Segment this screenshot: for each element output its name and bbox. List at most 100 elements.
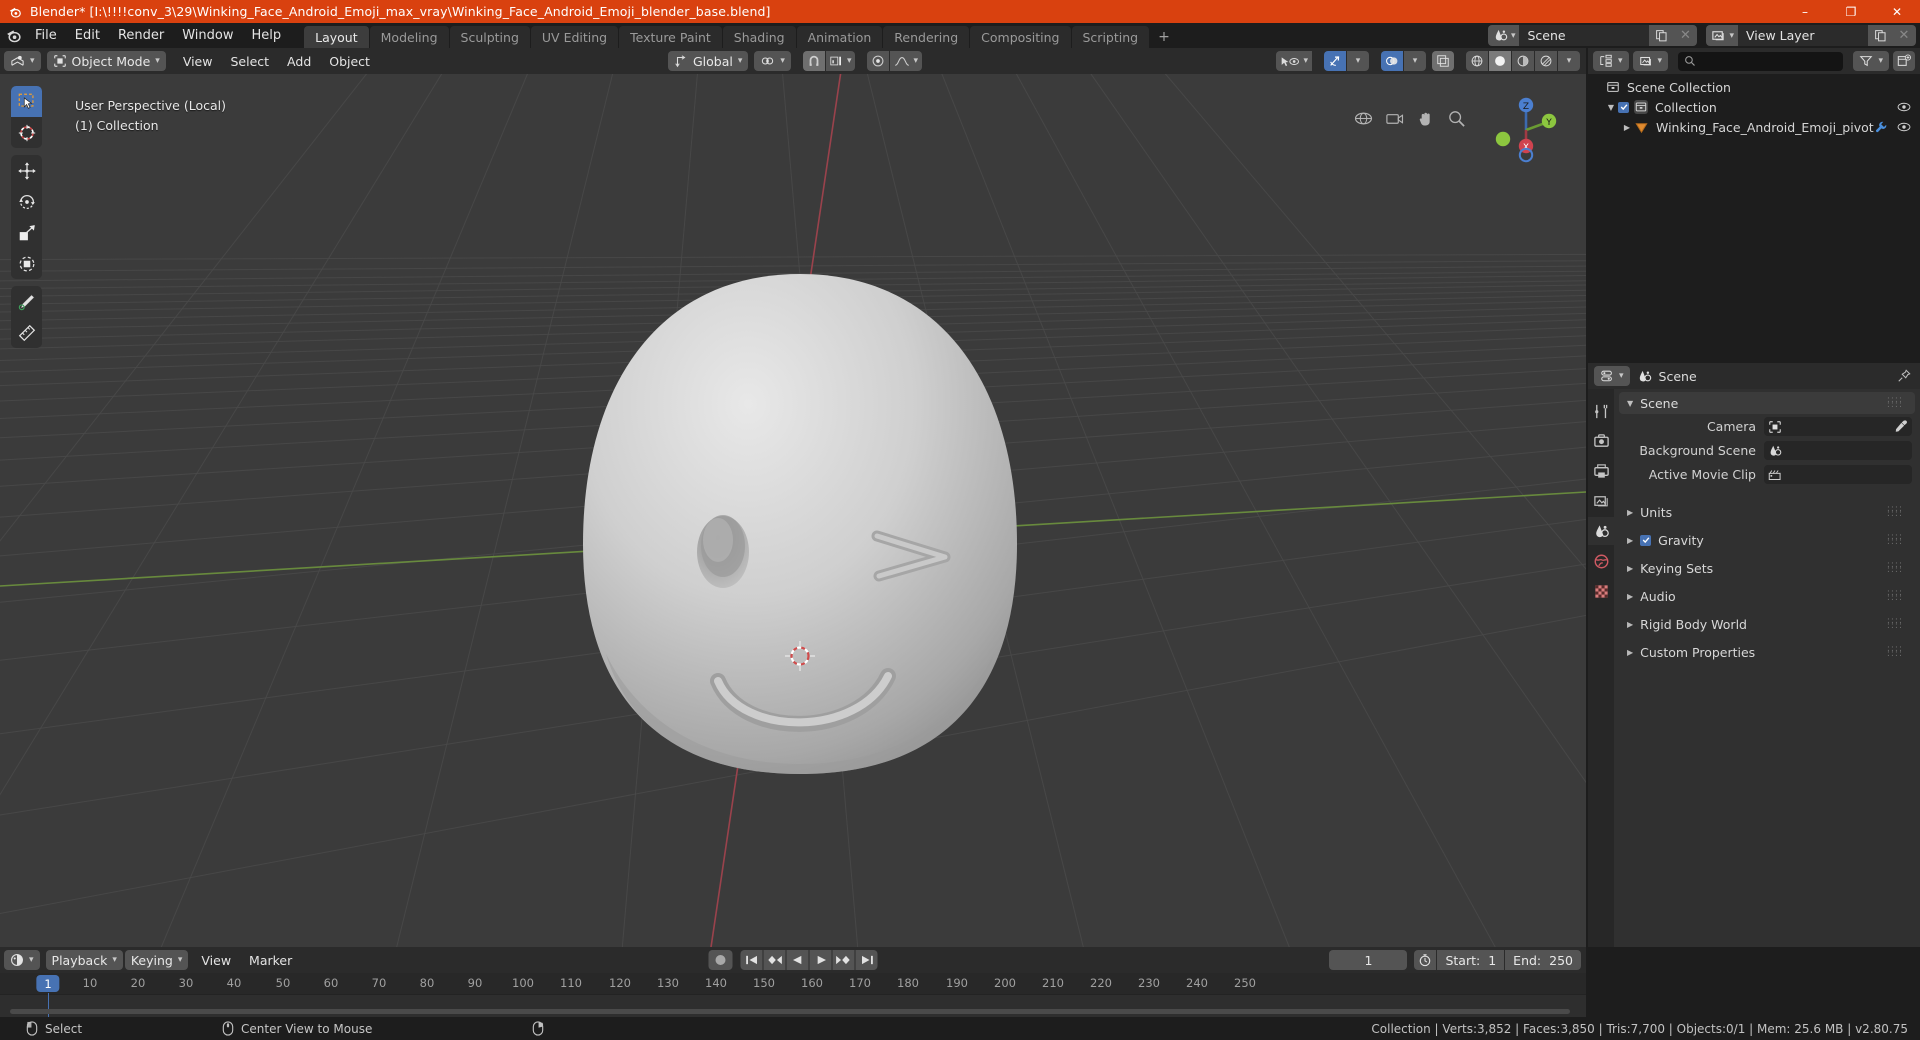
delete-scene-button[interactable]: ✕ [1673, 25, 1698, 46]
outliner-display-mode-dropdown[interactable]: ▾ [1632, 51, 1669, 71]
tool-rotate[interactable] [11, 186, 42, 217]
viewport-canvas[interactable]: User Perspective (Local) (1) Collection [0, 74, 1586, 947]
current-frame-field[interactable]: 1 [1329, 950, 1408, 970]
workspace-tab-modeling[interactable]: Modeling [369, 26, 449, 48]
pin-id-icon[interactable] [1897, 369, 1911, 387]
expand-triangle-icon[interactable]: ▶ [1627, 508, 1633, 517]
viewport-menu-object[interactable]: Object [320, 51, 379, 71]
expand-triangle-icon[interactable]: ▶ [1627, 620, 1633, 629]
expand-triangle-icon[interactable]: ▶ [1627, 536, 1633, 545]
section-audio[interactable]: ▶ Audio :::::::: [1619, 586, 1915, 606]
proportional-falloff-dropdown[interactable]: ▾ [890, 51, 922, 71]
frame-start-field[interactable]: Start: 1 [1437, 950, 1505, 970]
transform-orientation-dropdown[interactable]: Global ▾ [668, 51, 749, 71]
property-field-background-scene[interactable] [1764, 441, 1912, 460]
section-keying-sets[interactable]: ▶ Keying Sets :::::::: [1619, 558, 1915, 578]
collection-checkbox[interactable] [1618, 101, 1629, 113]
view-layer-name-field[interactable]: View Layer [1738, 25, 1868, 46]
outliner-row-scene-collection[interactable]: Scene Collection [1588, 77, 1920, 97]
play-button[interactable] [809, 950, 832, 970]
camera-view-icon[interactable] [1382, 106, 1406, 130]
xray-toggle-button[interactable] [1432, 51, 1454, 71]
viewport-menu-add[interactable]: Add [278, 51, 320, 71]
jump-to-start-button[interactable] [740, 950, 763, 970]
viewport-menu-select[interactable]: Select [221, 51, 278, 71]
section-custom-properties[interactable]: ▶ Custom Properties :::::::: [1619, 642, 1915, 662]
timeline-menu-keying[interactable]: Keying ▾ [124, 950, 189, 970]
playhead-frame-indicator[interactable]: 1 [36, 975, 60, 992]
use-preview-range-button[interactable] [1414, 950, 1437, 970]
expand-triangle-icon[interactable]: ▼ [1604, 103, 1618, 112]
shading-material-button[interactable] [1512, 51, 1534, 71]
timeline-ruler[interactable]: 1 10 20 30 40 50 60 70 80 90 100 110 120… [0, 973, 1586, 994]
scene-datablock-dropdown[interactable]: ▾ [1487, 25, 1520, 46]
tool-cursor[interactable] [11, 117, 42, 148]
shading-solid-button[interactable] [1489, 51, 1511, 71]
menu-window[interactable]: Window [173, 23, 242, 48]
outliner-new-collection-button[interactable] [1893, 51, 1915, 71]
gravity-checkbox[interactable] [1640, 534, 1652, 546]
close-button[interactable]: ✕ [1874, 0, 1920, 23]
properties-tab-world[interactable] [1588, 547, 1614, 575]
snap-toggle-button[interactable] [802, 51, 825, 71]
workspace-tab-animation[interactable]: Animation [796, 26, 883, 48]
zoom-view-icon[interactable] [1351, 106, 1375, 130]
gizmo-toggle-button[interactable] [1324, 51, 1346, 71]
interaction-mode-dropdown[interactable]: Object Mode ▾ [46, 51, 166, 71]
outliner-filter-button[interactable]: ▾ [1853, 51, 1889, 71]
workspace-tab-shading[interactable]: Shading [722, 26, 796, 48]
overlays-settings-dropdown[interactable]: ▾ [1404, 51, 1426, 71]
new-view-layer-button[interactable] [1868, 25, 1892, 46]
property-field-active-movie-clip[interactable] [1764, 465, 1912, 484]
maximize-button[interactable]: ❐ [1828, 0, 1874, 23]
expand-triangle-icon[interactable]: ▶ [1627, 648, 1633, 657]
outliner-row-object[interactable]: ▶ Winking_Face_Android_Emoji_pivot [1588, 117, 1920, 137]
workspace-tab-texture-paint[interactable]: Texture Paint [619, 26, 722, 48]
timeline-horizontal-scrollbar[interactable] [10, 1009, 1570, 1014]
auto-keying-button[interactable] [708, 950, 733, 970]
object-visibility-eye-icon[interactable] [1897, 120, 1911, 137]
shading-settings-dropdown[interactable]: ▾ [1558, 51, 1580, 71]
timeline-menu-marker[interactable]: Marker [240, 950, 301, 970]
workspace-tab-sculpting[interactable]: Sculpting [449, 26, 530, 48]
tool-annotate[interactable] [11, 286, 42, 317]
menu-edit[interactable]: Edit [66, 23, 109, 48]
minimize-button[interactable]: – [1782, 0, 1828, 23]
timeline-editor-type-button[interactable]: ▾ [4, 950, 40, 970]
workspace-tab-compositing[interactable]: Compositing [970, 26, 1071, 48]
collection-visibility-eye-icon[interactable] [1897, 100, 1911, 117]
new-scene-button[interactable] [1649, 25, 1674, 46]
proportional-edit-toggle[interactable] [867, 51, 890, 71]
properties-tab-texture[interactable] [1588, 577, 1614, 605]
outliner-editor-type-button[interactable]: ▾ [1593, 51, 1629, 71]
zoom-region-icon[interactable] [1444, 106, 1468, 130]
overlays-toggle-button[interactable] [1381, 51, 1403, 71]
panel-header-scene[interactable]: ▼ Scene :::::::: [1619, 392, 1915, 414]
timeline-menu-view[interactable]: View [192, 950, 240, 970]
tool-transform[interactable] [11, 248, 42, 279]
section-gravity[interactable]: ▶ Gravity :::::::: [1619, 530, 1915, 550]
workspace-tab-uv-editing[interactable]: UV Editing [530, 26, 619, 48]
timeline-track-area[interactable] [0, 993, 1586, 1019]
properties-editor-type-button[interactable]: ▾ [1594, 366, 1630, 386]
frame-end-field[interactable]: End: 250 [1505, 950, 1581, 970]
viewport-menu-view[interactable]: View [174, 51, 222, 71]
workspace-tab-rendering[interactable]: Rendering [883, 26, 970, 48]
shading-rendered-button[interactable] [1535, 51, 1557, 71]
camera-eyedropper-icon[interactable] [1894, 419, 1908, 437]
workspace-tab-scripting[interactable]: Scripting [1071, 26, 1150, 48]
tool-move[interactable] [11, 155, 42, 186]
outliner-row-collection[interactable]: ▼ Collection [1588, 97, 1920, 117]
delete-view-layer-button[interactable]: ✕ [1892, 25, 1916, 46]
expand-triangle-icon[interactable]: ▶ [1627, 564, 1633, 573]
menu-render[interactable]: Render [109, 23, 173, 48]
jump-to-prev-keyframe-button[interactable] [763, 950, 786, 970]
jump-to-next-keyframe-button[interactable] [832, 950, 855, 970]
gizmo-settings-dropdown[interactable]: ▾ [1347, 51, 1369, 71]
properties-tab-render[interactable] [1588, 427, 1614, 455]
properties-tab-view-layer[interactable] [1588, 487, 1614, 515]
jump-to-end-button[interactable] [855, 950, 878, 970]
play-reverse-button[interactable] [786, 950, 809, 970]
expand-triangle-icon[interactable]: ▶ [1627, 592, 1633, 601]
blender-logo-icon[interactable] [0, 23, 26, 48]
